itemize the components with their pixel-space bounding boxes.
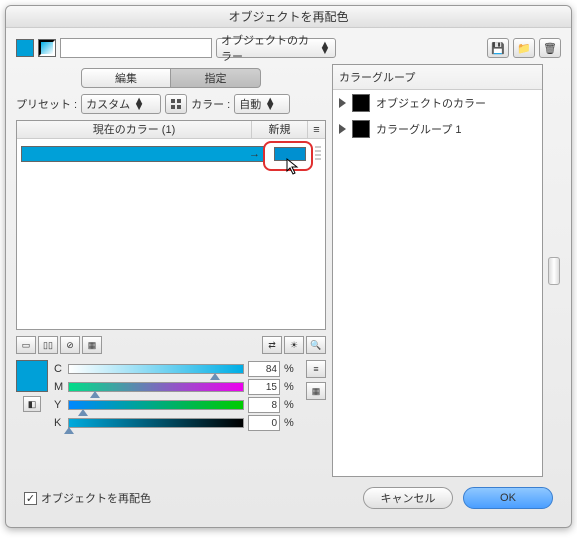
preset-label: プリセット :	[16, 96, 77, 112]
group-label: オブジェクトのカラー	[376, 95, 486, 111]
m-slider[interactable]	[68, 382, 244, 392]
grid-icon	[170, 98, 182, 110]
randomize-lum-button[interactable]: ☀	[284, 336, 304, 354]
new-color-header[interactable]: 新規	[252, 121, 307, 138]
gradient-swatch[interactable]	[38, 39, 56, 57]
color-group-item[interactable]: オブジェクトのカラー	[333, 90, 542, 116]
new-group-button[interactable]: 📁	[513, 38, 535, 58]
find-color-button[interactable]: 🔍	[306, 336, 326, 354]
y-slider[interactable]	[68, 400, 244, 410]
disclosure-triangle-icon	[339, 98, 346, 108]
folder-icon: 📁	[517, 42, 531, 55]
m-label: M	[54, 381, 64, 393]
new-color-swatch[interactable]	[274, 147, 306, 161]
ok-button[interactable]: OK	[463, 487, 553, 509]
y-value[interactable]	[248, 397, 280, 413]
c-value[interactable]	[248, 361, 280, 377]
trash-icon: 🗑	[543, 42, 557, 55]
y-label: Y	[54, 399, 64, 411]
save-icon: 💾	[491, 42, 505, 55]
active-color-swatch[interactable]	[16, 39, 34, 57]
k-value[interactable]	[248, 415, 280, 431]
preset-combo[interactable]: カスタム ▲▼	[81, 94, 161, 114]
color-group-name-input[interactable]	[60, 38, 212, 58]
color-mode-button[interactable]: ◧	[23, 396, 41, 412]
group-label: カラーグループ 1	[376, 121, 462, 137]
current-colors-header[interactable]: 現在のカラー (1)	[17, 121, 252, 138]
tab-edit[interactable]: 編集	[81, 68, 171, 88]
check-icon: ✓	[26, 492, 35, 505]
tab-assign[interactable]: 指定	[171, 68, 261, 88]
recolor-label: オブジェクトを再配色	[41, 490, 151, 506]
disclosure-triangle-icon	[339, 124, 346, 134]
recolor-checkbox[interactable]: ✓	[24, 492, 37, 505]
slider-menu-button[interactable]: ≡	[306, 360, 326, 378]
save-group-button[interactable]: 💾	[487, 38, 509, 58]
group-swatch	[352, 94, 370, 112]
list-menu-button[interactable]: ≡	[307, 121, 325, 138]
current-color-bar[interactable]: →	[21, 146, 265, 162]
object-color-combo[interactable]: オブジェクトのカラー ▲▼	[216, 38, 336, 58]
merge-button[interactable]: ▭	[16, 336, 36, 354]
cancel-button[interactable]: キャンセル	[363, 487, 453, 509]
row-handle[interactable]	[315, 146, 321, 162]
randomize-hue-button[interactable]: ⇄	[262, 336, 282, 354]
arrow-icon: →	[249, 148, 260, 160]
k-label: K	[54, 417, 64, 429]
color-group-item[interactable]: カラーグループ 1	[333, 116, 542, 142]
delete-group-button[interactable]: 🗑	[539, 38, 561, 58]
new-row-button[interactable]: ▦	[82, 336, 102, 354]
group-swatch	[352, 120, 370, 138]
result-swatch[interactable]	[16, 360, 48, 392]
dialog-title: オブジェクトを再配色	[6, 6, 571, 28]
c-slider[interactable]	[68, 364, 244, 374]
panel-collapse-handle[interactable]	[547, 64, 561, 477]
color-count-combo[interactable]: 自動 ▲▼	[234, 94, 290, 114]
preset-options-button[interactable]	[165, 94, 187, 114]
limit-color-button[interactable]: ▦	[306, 382, 326, 400]
c-label: C	[54, 363, 64, 375]
color-label: カラー :	[191, 96, 230, 112]
color-list: 現在のカラー (1) 新規 ≡ →	[16, 120, 326, 330]
m-value[interactable]	[248, 379, 280, 395]
separate-button[interactable]: ▯▯	[38, 336, 58, 354]
exclude-button[interactable]: ⊘	[60, 336, 80, 354]
object-color-combo-label: オブジェクトのカラー	[221, 32, 317, 64]
color-groups-title: カラーグループ	[333, 65, 542, 90]
k-slider[interactable]	[68, 418, 244, 428]
